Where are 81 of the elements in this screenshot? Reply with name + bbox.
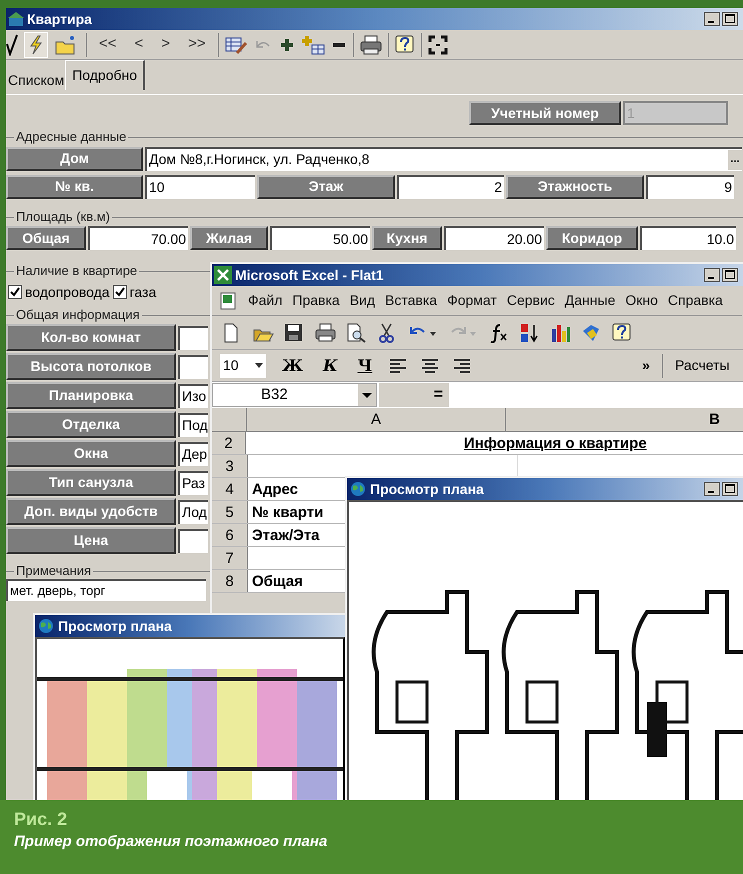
window-title: Квартира: [27, 10, 92, 29]
input-field[interactable]: 2: [397, 174, 504, 198]
input-field[interactable]: 20.00: [444, 226, 544, 250]
browse-button[interactable]: ...: [728, 150, 742, 170]
column-header[interactable]: A: [246, 408, 506, 431]
field-label: Дом: [6, 146, 143, 170]
format-button[interactable]: К: [319, 354, 342, 378]
menu-item[interactable]: Справка: [668, 290, 723, 311]
field-label: № кв.: [6, 174, 143, 198]
input-field[interactable]: Лод: [178, 500, 208, 524]
table-cell-text: Информация о квартире: [462, 434, 648, 454]
row-header[interactable]: 6: [212, 524, 248, 546]
input-field[interactable]: 50.00: [270, 226, 370, 250]
nav-button[interactable]: <: [128, 33, 150, 56]
menu-item[interactable]: Окно: [625, 290, 658, 311]
field-label: Тип санузла: [6, 469, 176, 496]
checkbox-label: водопровода: [25, 282, 110, 302]
row-header[interactable]: 8: [212, 570, 248, 592]
formula-sign: =: [379, 383, 449, 407]
tab[interactable]: Списком: [6, 68, 66, 92]
input-field[interactable]: Под: [178, 412, 208, 436]
input-field[interactable]: 10.0: [640, 226, 736, 250]
input-field[interactable]: 70.00: [88, 226, 188, 250]
field-label: Этажность: [506, 174, 644, 198]
input-field[interactable]: 10: [145, 174, 255, 198]
field-label: Кухня: [372, 226, 442, 250]
menu-item[interactable]: Файл: [248, 290, 282, 311]
menu-item[interactable]: Данные: [564, 290, 616, 311]
column-header[interactable]: B: [506, 408, 743, 431]
checkbox-label: газа: [130, 282, 156, 302]
input-field[interactable]: 9: [646, 174, 734, 198]
menu-item[interactable]: Формат: [447, 290, 497, 311]
row-header[interactable]: 7: [212, 547, 248, 569]
group-title: Площадь (кв.м): [15, 208, 112, 226]
menu-item[interactable]: Сервис: [506, 290, 555, 311]
row-header[interactable]: 4: [212, 478, 248, 500]
name-box[interactable]: B32: [212, 383, 377, 407]
field-value: 10: [223, 356, 239, 375]
field-label: Отделка: [6, 411, 176, 438]
field-label: Жилая: [190, 226, 268, 250]
group-title: Адресные данные: [15, 128, 128, 146]
tab[interactable]: Подробно: [65, 60, 146, 90]
menu-item[interactable]: Вставка: [385, 290, 438, 311]
group-title: Примечания: [15, 562, 92, 580]
field-label: Планировка: [6, 382, 176, 409]
figure-label: Рис. 2: [14, 808, 68, 830]
style-field[interactable]: Расчеты: [674, 355, 730, 376]
input-field[interactable]: Изо: [178, 384, 208, 408]
more-button[interactable]: »: [642, 355, 650, 376]
window-title: Просмотр плана: [370, 480, 484, 499]
field-label: Окна: [6, 440, 176, 467]
field-label: Этаж: [257, 174, 395, 198]
field-label: Высота потолков: [6, 353, 176, 380]
group-title: Наличие в квартире: [15, 262, 138, 280]
group-title: Общая информация: [15, 306, 141, 324]
field-label: Кол-во комнат: [6, 324, 176, 351]
nav-button[interactable]: >>: [182, 33, 212, 56]
window-title: Microsoft Excel - Flat1: [235, 266, 384, 284]
field-label: Учетный номер: [469, 101, 621, 125]
input-field[interactable]: Дер: [178, 442, 208, 466]
field-value: Дом №8,г.Ногинск, ул. Радченко,8: [148, 150, 370, 169]
notes-field[interactable]: мет. дверь, торг: [6, 579, 206, 601]
row-header[interactable]: 3: [212, 455, 248, 477]
menu-item[interactable]: Вид: [350, 290, 376, 311]
field-label: Коридор: [546, 226, 638, 250]
input-field[interactable]: Раз: [178, 470, 208, 494]
figure-caption: Пример отображения поэтажного плана: [14, 832, 328, 852]
font-size-field[interactable]: 10: [220, 354, 266, 378]
field-value: B32: [260, 384, 288, 405]
field-label: Доп. виды удобств: [6, 498, 176, 525]
menu-item[interactable]: Правка: [292, 290, 340, 311]
field-label: Общая: [6, 226, 86, 250]
row-header[interactable]: 2: [212, 432, 246, 454]
input-field[interactable]: Дом №8,г.Ногинск, ул. Радченко,8 ...: [145, 146, 742, 170]
nav-button[interactable]: <<: [93, 33, 123, 56]
format-button[interactable]: Ж: [278, 354, 307, 378]
field-label: Цена: [6, 527, 176, 554]
nav-button[interactable]: >: [155, 33, 176, 56]
format-button[interactable]: Ч: [354, 354, 376, 378]
row-header[interactable]: 5: [212, 501, 248, 523]
window-title: Просмотр плана: [58, 616, 172, 636]
